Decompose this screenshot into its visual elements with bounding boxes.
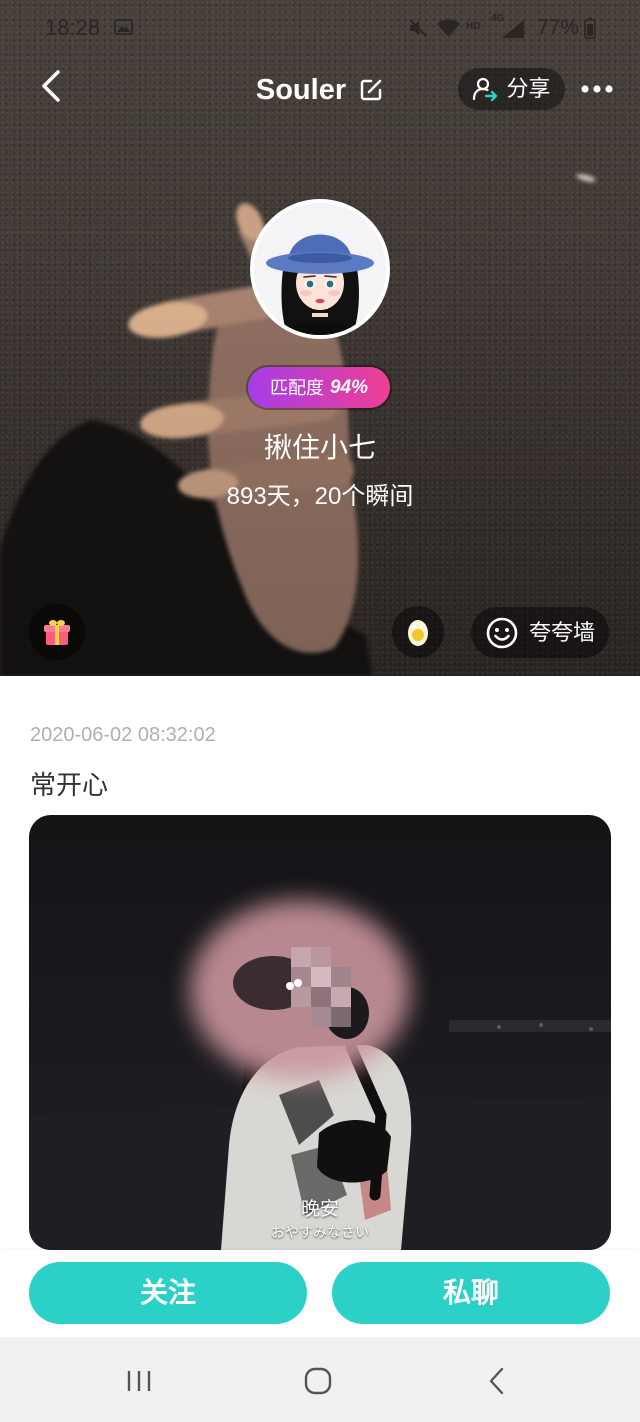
recent-apps-button[interactable] bbox=[117, 1359, 161, 1403]
chat-button[interactable]: 私聊 bbox=[332, 1262, 610, 1324]
gift-button[interactable] bbox=[29, 604, 85, 660]
post-timestamp: 2020-06-02 08:32:02 bbox=[30, 724, 216, 746]
praise-wall-button[interactable]: 夸夸墙 bbox=[471, 607, 609, 658]
status-bar: 18:28 HD 4G 77% bbox=[0, 0, 640, 55]
more-icon bbox=[581, 85, 613, 93]
home-icon bbox=[304, 1367, 332, 1395]
avatar[interactable] bbox=[250, 199, 390, 339]
share-label: 分享 bbox=[506, 76, 551, 101]
share-button[interactable]: 分享 bbox=[458, 68, 565, 110]
more-button[interactable] bbox=[578, 76, 616, 102]
gallery-notification-icon bbox=[114, 19, 133, 35]
system-nav-bar bbox=[0, 1337, 640, 1422]
profile-stats: 893天，20个瞬间 bbox=[226, 483, 414, 510]
match-badge: 匹配度 94% bbox=[248, 367, 390, 408]
nav-back-icon bbox=[489, 1367, 504, 1395]
profile-screen: 18:28 HD 4G 77% Souler 分享 匹配度 94% 揪住小七 8… bbox=[0, 0, 640, 1422]
profile-cover: 18:28 HD 4G 77% Souler 分享 匹配度 94% 揪住小七 8… bbox=[0, 0, 640, 676]
recent-apps-icon bbox=[127, 1371, 151, 1391]
edit-icon[interactable] bbox=[358, 77, 384, 103]
match-label: 匹配度 bbox=[269, 377, 324, 398]
share-person-icon bbox=[472, 76, 498, 102]
photo-caption-sub: おやすみなさい bbox=[271, 1224, 369, 1240]
battery-percent: 77% bbox=[537, 16, 580, 39]
gift-icon bbox=[44, 620, 70, 645]
egg-icon bbox=[408, 620, 428, 646]
photo-caption: 晚安 bbox=[300, 1199, 339, 1220]
mute-icon bbox=[407, 17, 429, 39]
profile-name: 揪住小七 bbox=[263, 432, 376, 463]
home-button[interactable] bbox=[296, 1359, 340, 1403]
wifi-icon bbox=[436, 18, 461, 38]
face-mosaic bbox=[233, 947, 369, 1039]
egg-button[interactable] bbox=[392, 606, 444, 658]
post-photo[interactable]: 晚安 おやすみなさい bbox=[29, 815, 611, 1250]
match-value: 94% bbox=[329, 376, 369, 398]
nav-back-button[interactable] bbox=[475, 1359, 519, 1403]
follow-button[interactable]: 关注 bbox=[29, 1262, 307, 1324]
hd-label: HD bbox=[466, 21, 481, 32]
page-title: Souler bbox=[160, 68, 480, 112]
praise-wall-label: 夸夸墙 bbox=[528, 619, 595, 645]
action-bar: 关注 私聊 bbox=[0, 1250, 640, 1337]
battery-icon bbox=[584, 17, 596, 39]
signal-icon bbox=[500, 19, 526, 39]
page-title-text: Souler bbox=[255, 74, 347, 106]
post-text: 常开心 bbox=[30, 770, 109, 800]
back-arrow-icon bbox=[42, 70, 60, 102]
smiley-icon bbox=[486, 617, 518, 648]
back-button[interactable] bbox=[34, 66, 70, 106]
status-time: 18:28 bbox=[45, 15, 101, 40]
